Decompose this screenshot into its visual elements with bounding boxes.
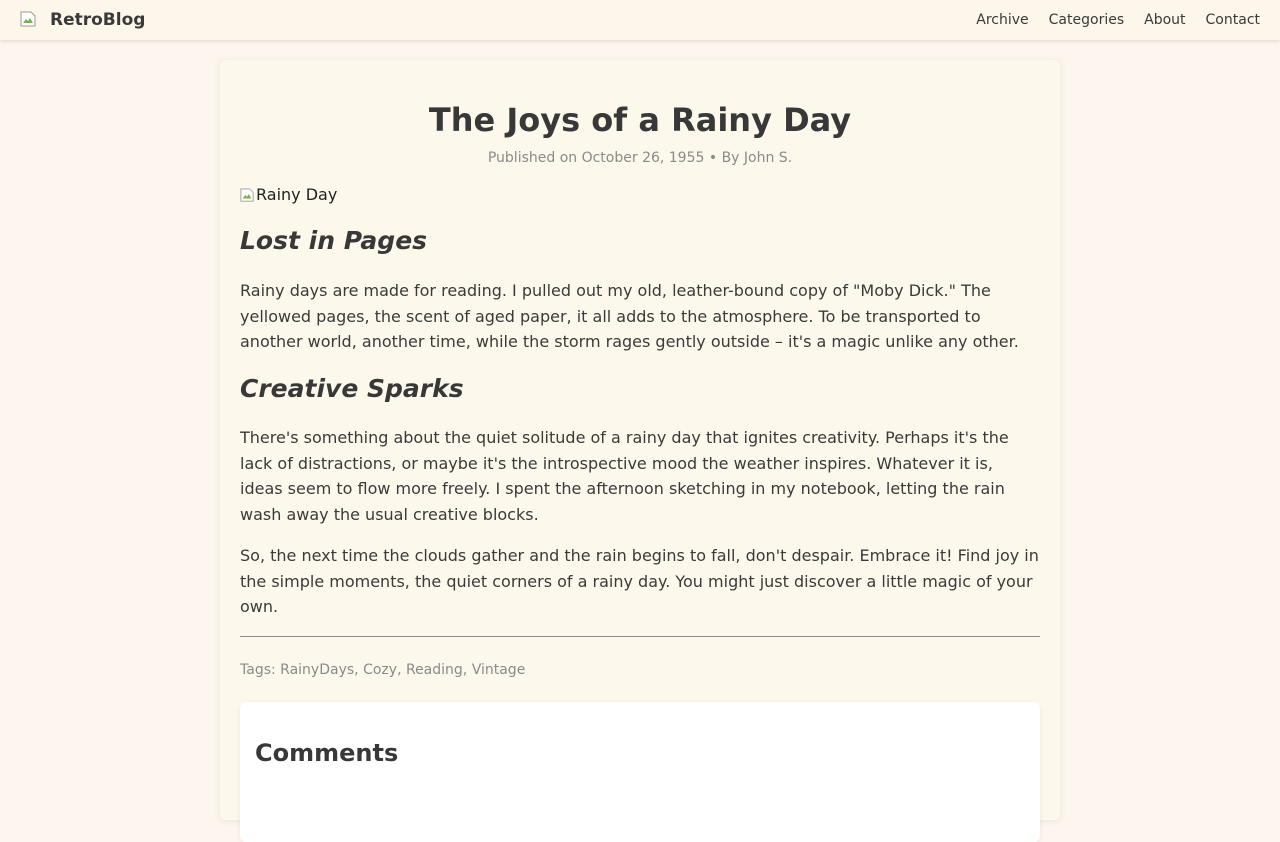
comments-heading: Comments	[255, 739, 399, 767]
tags-label: Tags:	[240, 662, 276, 678]
published-date: Published on October 26, 1955	[487, 150, 705, 166]
comments-section: Comments	[240, 702, 1040, 842]
tag-vintage[interactable]: Vintage	[472, 662, 526, 678]
section-heading: Creative Sparks	[240, 374, 464, 403]
tag-list: Tags: RainyDays, Cozy, Reading, Vintage	[240, 662, 526, 678]
article-card: The Joys of a Rainy Day Published on Oct…	[220, 60, 1060, 842]
section-paragraph: There's something about the quiet solitu…	[240, 428, 1009, 524]
meta-separator: •	[708, 150, 718, 166]
section-heading: Lost in Pages	[240, 226, 428, 255]
article-title: The Joys of a Rainy Day	[428, 101, 852, 139]
hero-image-alt: Rainy Day	[256, 185, 338, 204]
broken-image-icon	[240, 188, 254, 202]
hero-image: Rainy Day	[240, 184, 337, 206]
section-paragraph: Rainy days are made for reading. I pulle…	[240, 281, 1019, 352]
site-brand[interactable]: RetroBlog	[50, 9, 145, 31]
tag-cozy[interactable]: Cozy	[363, 662, 397, 678]
nav-categories[interactable]: Categories	[1049, 10, 1124, 30]
top-navbar: RetroBlog Archive Categories About Conta…	[0, 0, 1280, 40]
article-meta: Published on October 26, 1955 • By John …	[220, 148, 1060, 168]
divider	[240, 636, 1040, 637]
main-nav: Archive Categories About Contact	[976, 10, 1260, 30]
nav-contact[interactable]: Contact	[1206, 10, 1260, 30]
section-paragraph: So, the next time the clouds gather and …	[240, 546, 1039, 617]
article-author: By John S.	[721, 150, 793, 166]
tag-reading[interactable]: Reading	[406, 662, 463, 678]
nav-archive[interactable]: Archive	[976, 10, 1028, 30]
tag-rainydays[interactable]: RainyDays	[280, 662, 354, 678]
nav-about[interactable]: About	[1144, 10, 1185, 30]
broken-image-icon[interactable]	[20, 11, 36, 27]
